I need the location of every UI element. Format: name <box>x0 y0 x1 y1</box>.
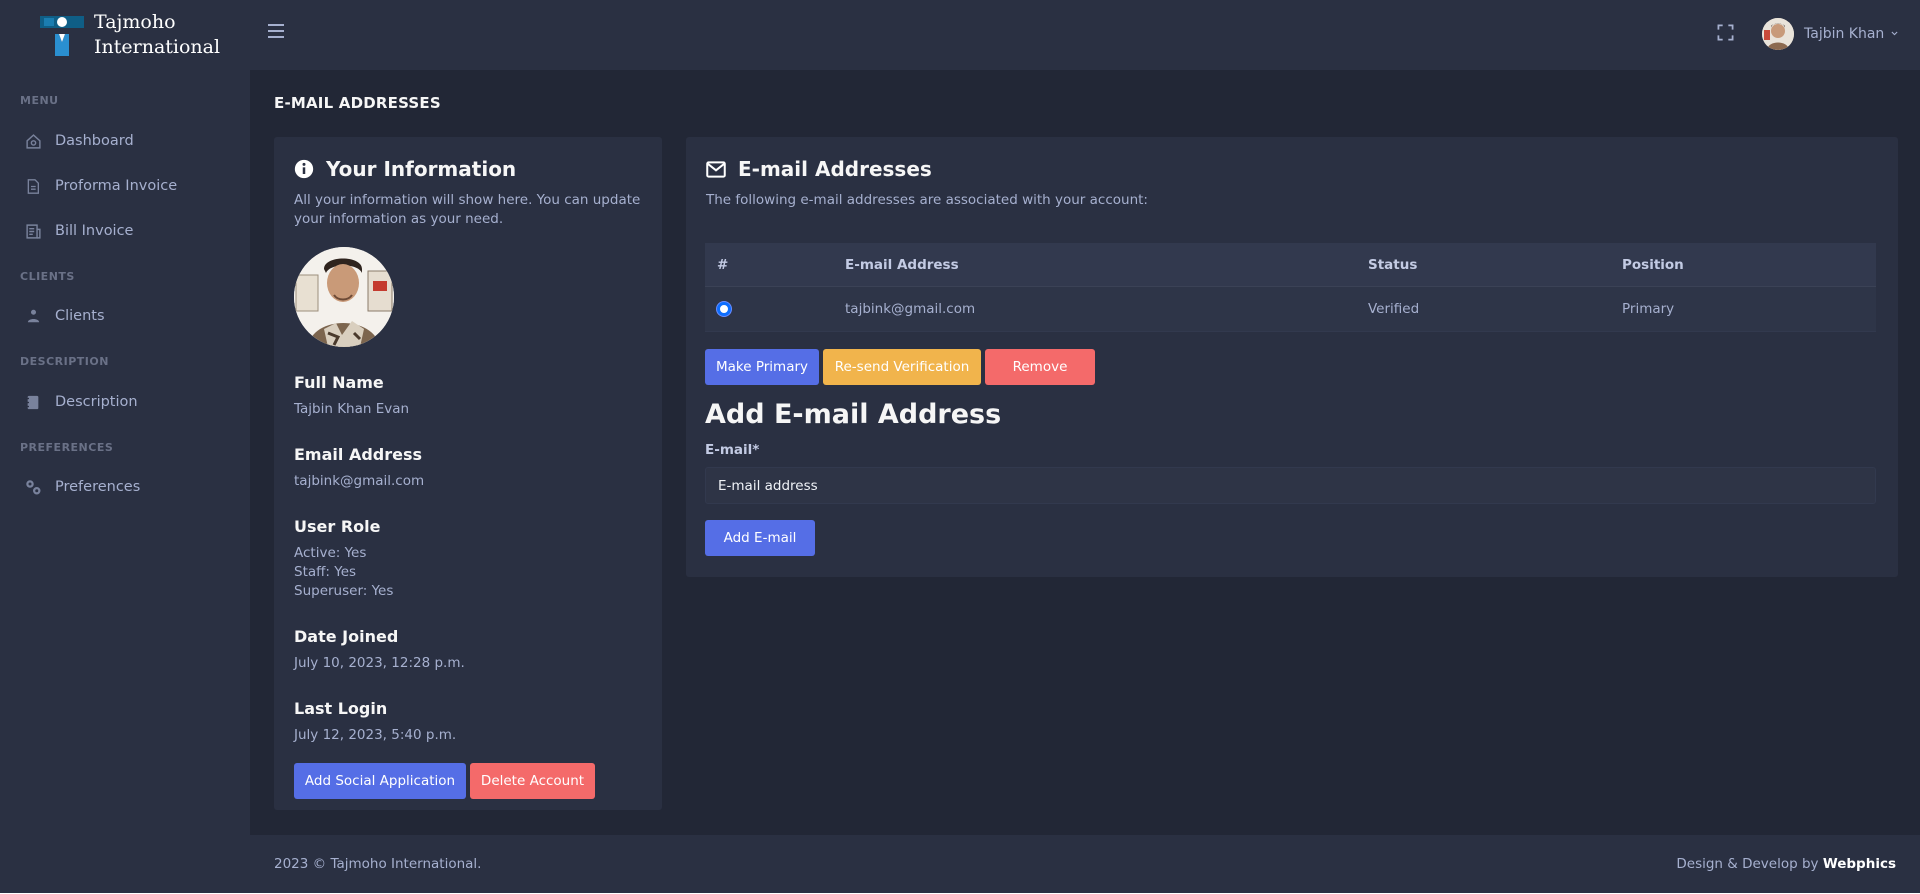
full-name-value: Tajbin Khan Evan <box>294 401 410 417</box>
add-email-button[interactable]: Add E-mail <box>705 520 815 556</box>
email-cell: tajbink@gmail.com <box>845 301 976 317</box>
sidebar-item-label: Preferences <box>55 479 141 495</box>
email-card-subtitle: The following e-mail addresses are assoc… <box>706 192 1148 208</box>
status-cell: Verified <box>1368 301 1420 317</box>
email-card-title: E-mail Addresses <box>738 157 932 181</box>
document-icon <box>24 177 42 195</box>
email-actions: Make Primary Re-send Verification Remove <box>705 349 1095 385</box>
email-field-label: E-mail* <box>705 442 760 458</box>
avatar <box>1762 18 1794 50</box>
gears-icon <box>24 478 42 496</box>
column-header: # <box>717 256 729 273</box>
email-card: E-mail Addresses The following e-mail ad… <box>686 137 1898 577</box>
email-card-heading: E-mail Addresses <box>706 157 1878 181</box>
description-section-title: DESCRIPTION <box>20 355 109 368</box>
user-icon <box>24 307 42 325</box>
position-cell: Primary <box>1622 301 1675 317</box>
info-card-subtitle: All your information will show here. You… <box>294 192 641 227</box>
sidebar-item-clients[interactable]: Clients <box>24 307 105 325</box>
date-joined-value: July 10, 2023, 12:28 p.m. <box>294 655 465 671</box>
add-email-title: Add E-mail Address <box>705 399 1002 430</box>
clients-section-title: CLIENTS <box>20 270 75 283</box>
email-label: Email Address <box>294 445 423 464</box>
credits-prefix: Design & Develop by <box>1676 856 1819 872</box>
credits: Design & Develop by Webphics <box>1676 856 1896 872</box>
profile-avatar <box>294 247 394 347</box>
column-header: E-mail Address <box>845 256 959 273</box>
credits-brand-link[interactable]: Webphics <box>1823 856 1896 872</box>
brand-name-line1: Tajmoho <box>94 11 176 33</box>
column-header: Status <box>1368 256 1418 273</box>
sidebar-item-label: Bill Invoice <box>55 223 134 239</box>
topbar: Tajbin Khan <box>250 0 1920 70</box>
app-root: Tajmoho International MENU Dashboard Pro… <box>0 0 1920 893</box>
brand-name: Tajmoho International <box>94 10 220 60</box>
email-input[interactable] <box>705 467 1876 504</box>
date-joined-label: Date Joined <box>294 627 399 646</box>
fullscreen-icon[interactable] <box>1717 24 1734 41</box>
sidebar-item-label: Dashboard <box>55 133 134 149</box>
home-icon <box>24 132 42 150</box>
remove-button[interactable]: Remove <box>985 349 1095 385</box>
preferences-section-title: PREFERENCES <box>20 441 114 454</box>
brand-logo <box>40 12 84 58</box>
page-title: E-MAIL ADDRESSES <box>274 94 441 112</box>
active-status: Active: Yes <box>294 545 367 561</box>
info-icon <box>294 159 314 179</box>
superuser-status: Superuser: Yes <box>294 583 394 599</box>
info-card-heading: Your Information <box>294 157 642 181</box>
info-card: Your Information All your information wi… <box>274 137 662 810</box>
last-login-value: July 12, 2023, 5:40 p.m. <box>294 727 457 743</box>
chevron-down-icon <box>1890 26 1899 42</box>
info-card-title: Your Information <box>326 157 517 181</box>
sidebar-item-label: Proforma Invoice <box>55 178 178 194</box>
sidebar-item-bill-invoice[interactable]: Bill Invoice <box>24 222 133 240</box>
brand-name-line2: International <box>94 36 221 58</box>
email-radio[interactable] <box>717 302 731 316</box>
email-value: tajbink@gmail.com <box>294 473 425 489</box>
info-card-actions: Add Social Application Delete Account <box>294 763 642 799</box>
receipt-icon <box>24 222 42 240</box>
last-login-label: Last Login <box>294 699 388 718</box>
copyright-text: 2023 © Tajmoho International. <box>274 856 482 872</box>
sidebar-item-label: Description <box>55 394 138 410</box>
sidebar-item-label: Clients <box>55 308 105 324</box>
table-row[interactable]: tajbink@gmail.com Verified Primary <box>705 287 1876 332</box>
menu-section-title: MENU <box>20 94 59 107</box>
sidebar: Tajmoho International MENU Dashboard Pro… <box>0 0 250 893</box>
row-select-cell <box>705 302 845 316</box>
column-header: Position <box>1622 256 1684 273</box>
user-role-values: Active: Yes Staff: Yes Superuser: Yes <box>294 544 642 601</box>
envelope-icon <box>706 159 726 179</box>
resend-verification-button[interactable]: Re-send Verification <box>823 349 981 385</box>
sidebar-item-proforma-invoice[interactable]: Proforma Invoice <box>24 177 177 195</box>
user-dropdown[interactable]: Tajbin Khan <box>1762 18 1899 50</box>
brand[interactable]: Tajmoho International <box>0 0 250 70</box>
sidebar-item-dashboard[interactable]: Dashboard <box>24 132 134 150</box>
menu-toggle-icon[interactable] <box>268 24 284 38</box>
sidebar-item-description[interactable]: Description <box>24 393 138 411</box>
user-name: Tajbin Khan <box>1804 26 1885 42</box>
notebook-icon <box>24 393 42 411</box>
user-role-label: User Role <box>294 517 381 536</box>
add-social-application-button[interactable]: Add Social Application <box>294 763 466 799</box>
footer: 2023 © Tajmoho International. Design & D… <box>250 835 1920 893</box>
staff-status: Staff: Yes <box>294 564 357 580</box>
make-primary-button[interactable]: Make Primary <box>705 349 819 385</box>
full-name-label: Full Name <box>294 373 384 392</box>
delete-account-button[interactable]: Delete Account <box>470 763 595 799</box>
sidebar-item-preferences[interactable]: Preferences <box>24 478 140 496</box>
table-header: # E-mail Address Status Position <box>705 243 1876 287</box>
email-table: # E-mail Address Status Position tajbink… <box>705 243 1876 332</box>
